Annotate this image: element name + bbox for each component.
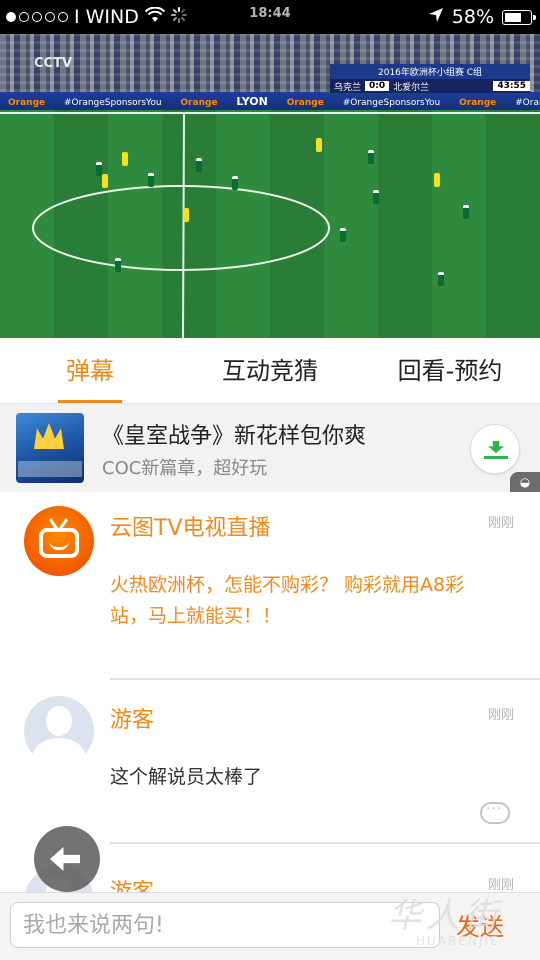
guest-avatar[interactable] [24,696,94,766]
message-time: 刚刚 [487,708,514,723]
ad-badge-icon: ◒ [510,472,540,492]
tab-danmaku[interactable]: 弹幕 [0,338,180,404]
team-right: 北爱尔兰 [393,82,430,93]
location-arrow-icon [428,6,444,28]
scoreboard: 2016年欧洲杯小组赛 C组 乌克兰 0:0 北爱尔兰 43:55 [330,64,530,93]
team-left: 乌克兰 [334,82,362,93]
reply-comment-icon[interactable] [480,801,510,824]
message-text: 火热欧洲杯，怎能不购彩？ 购彩就用A8彩站，马上就能买！！ [110,574,465,627]
message-author[interactable]: 游客 [110,702,154,734]
video-player[interactable]: CCTV Orange #OrangeSponsorsYou Orange LY… [0,34,540,338]
tab-bar: 弹幕 互动竞猜 回看-预约 [0,338,540,404]
match-clock: 43:55 [493,81,530,91]
chat-message: 云图TV电视直播 刚刚 火热欧洲杯，怎能不购彩？ 购彩就用A8彩站，马上就能买！… [0,492,540,682]
football-pitch [0,110,540,338]
tab-replay-booking[interactable]: 回看-预约 [360,338,540,404]
match-title: 2016年欧洲杯小组赛 C组 [330,64,530,79]
battery-percent: 58% [451,6,494,28]
match-score: 0:0 [365,81,390,91]
comment-input[interactable] [10,902,440,948]
tv-avatar[interactable] [24,506,94,576]
advertising-board: Orange #OrangeSponsorsYou Orange LYON Or… [0,92,540,110]
ad-title: 《皇室战争》新花样包你爽 [102,424,367,449]
tab-quiz[interactable]: 互动竞猜 [180,338,360,404]
ad-banner[interactable]: 《皇室战争》新花样包你爽 COC新篇章，超好玩 ◒ [0,404,540,492]
battery-icon [502,9,536,25]
channel-logo: CCTV [34,56,73,71]
chat-message: 游客 刚刚 这个解说员太棒了 [0,684,540,844]
message-text: 这个解说员太棒了 [110,766,263,788]
message-author[interactable]: 游客 [110,874,154,892]
message-time: 刚刚 [487,516,514,531]
status-bar: I WIND 18:44 58% [0,0,540,34]
status-right: 58% [428,6,536,28]
ad-subtitle: COC新篇章，超好玩 [102,458,268,479]
message-divider [110,678,540,680]
watermark-logo: 华人街 HUARENJIE [388,896,502,948]
ad-thumbnail [16,413,84,483]
download-arrow-icon [488,441,504,453]
back-button[interactable] [34,826,100,892]
download-button[interactable] [470,424,520,474]
back-arrow-icon [50,847,80,871]
message-author[interactable]: 云图TV电视直播 [110,510,271,542]
